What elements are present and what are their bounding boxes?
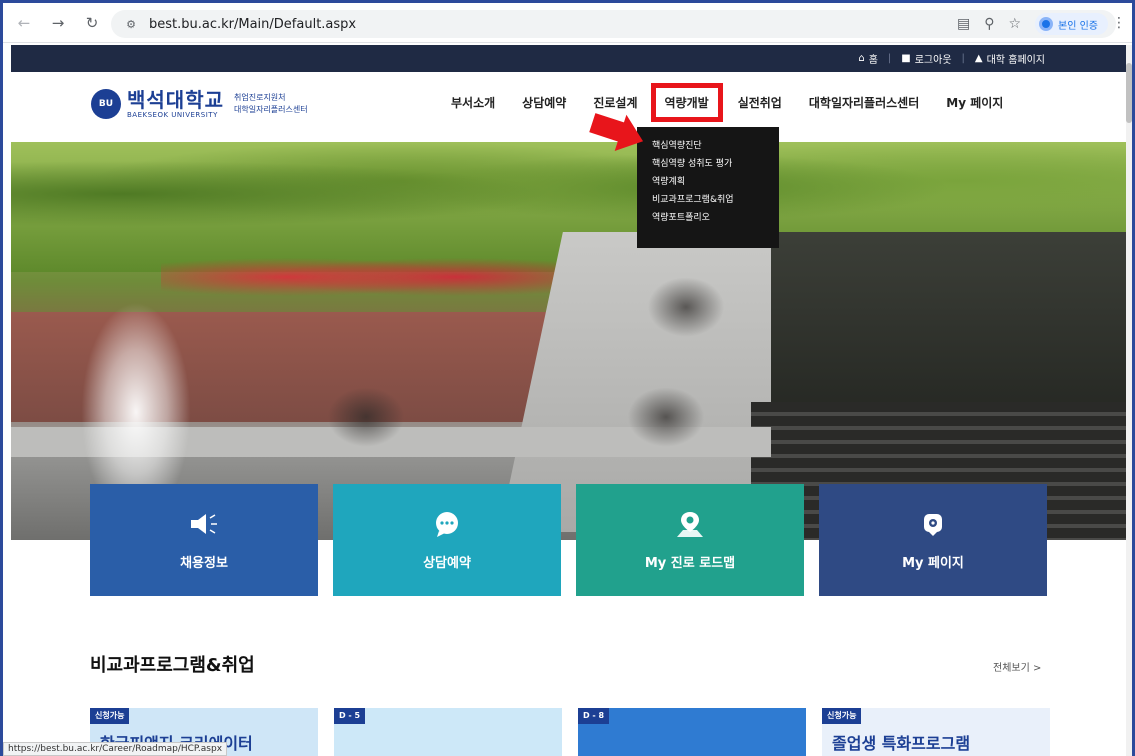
program-card[interactable]: D - 5: [334, 708, 562, 756]
program-card-list: 신청가능 한국피앤지 크리에이터 D - 5 D - 8 신청가능 졸업생 특화…: [90, 708, 1050, 756]
logo-sub-2: 대학일자리플러스센터: [234, 105, 308, 114]
url-text[interactable]: best.bu.ac.kr/Main/Default.aspx: [149, 17, 356, 32]
logout-label: 로그아웃: [914, 55, 952, 66]
verify-icon: [1039, 17, 1054, 31]
home-label: 홈: [868, 55, 878, 66]
gear-badge-icon: [918, 510, 948, 538]
hero-image: [11, 142, 1129, 540]
forward-icon[interactable]: →: [45, 10, 71, 36]
logo-sub-1: 취업진로지원처: [234, 93, 286, 102]
tile-label: My 페이지: [902, 555, 964, 571]
tile-job-info[interactable]: 채용정보: [90, 484, 318, 596]
dropdown-item-achievement-eval[interactable]: 핵심역량 성취도 평가: [652, 155, 779, 173]
home-icon: ⌂: [858, 53, 865, 64]
nav-item-competency[interactable]: 역량개발: [650, 83, 723, 122]
competency-dropdown: 핵심역량진단 핵심역량 성취도 평가 역량계획 비교과프로그램&취업 역량포트폴…: [637, 127, 779, 248]
browser-window: ← → ↻ ⚙ best.bu.ac.kr/Main/Default.aspx …: [0, 0, 1135, 756]
tile-label: 채용정보: [180, 555, 228, 571]
view-all-link[interactable]: 전체보기 >: [993, 659, 1041, 674]
nav-item-counseling[interactable]: 상담예약: [522, 94, 566, 111]
verify-label: 본인 인증: [1058, 20, 1098, 32]
page-scrollbar[interactable]: [1126, 45, 1132, 756]
scrollbar-thumb[interactable]: [1126, 63, 1132, 123]
logo-subtitle: 취업진로지원처 대학일자리플러스센터: [234, 92, 308, 116]
graduation-cap-icon: ▲: [974, 53, 983, 64]
logo-name-en: BAEKSEOK UNIVERSITY: [127, 111, 218, 119]
status-badge: D - 5: [334, 708, 366, 724]
tile-career-roadmap[interactable]: My 진로 로드맵: [576, 484, 804, 596]
tile-label: 상담예약: [423, 555, 471, 571]
program-card[interactable]: D - 8: [578, 708, 806, 756]
logo-name-kr: 백석대학교: [127, 88, 224, 112]
dropdown-item-competency-plan[interactable]: 역량계획: [652, 173, 779, 191]
link-status-bar: https://best.bu.ac.kr/Career/Roadmap/HCP…: [3, 742, 228, 756]
bookmark-star-icon[interactable]: ☆: [1008, 16, 1021, 32]
logo-mark: BU: [91, 89, 121, 119]
quick-menu: 채용정보 상담예약 My 진로 로드맵 My 페이지: [90, 484, 1050, 596]
program-card[interactable]: 신청가능 졸업생 특화프로그램: [822, 708, 1050, 756]
dropdown-item-extracurricular[interactable]: 비교과프로그램&취업: [652, 191, 779, 209]
translate-icon[interactable]: ▤: [957, 16, 970, 32]
tile-label: My 진로 로드맵: [644, 555, 736, 571]
univ-home-link[interactable]: ▲ 대학 홈페이지: [975, 51, 1045, 66]
main-nav: 부서소개 상담예약 진로설계 역량개발 실전취업 대학일자리플러스센터 My 페…: [451, 83, 1030, 122]
card-title: 졸업생 특화프로그램: [832, 734, 971, 753]
verify-chip[interactable]: 본인 인증: [1035, 13, 1108, 35]
nav-item-employment[interactable]: 실전취업: [738, 94, 782, 111]
site-header: BU 백석대학교 BAEKSEOK UNIVERSITY 취업진로지원처 대학일…: [11, 72, 1129, 142]
tile-counseling[interactable]: 상담예약: [333, 484, 561, 596]
status-badge: 신청가능: [822, 708, 862, 724]
site-settings-icon[interactable]: ⚙: [121, 16, 141, 32]
lock-icon: ■: [901, 53, 911, 64]
status-badge: 신청가능: [90, 708, 130, 724]
nav-item-job-plus-center[interactable]: 대학일자리플러스센터: [809, 94, 919, 111]
univ-home-label: 대학 홈페이지: [986, 55, 1045, 66]
browser-toolbar: ← → ↻ ⚙ best.bu.ac.kr/Main/Default.aspx …: [3, 3, 1132, 43]
nav-item-my-page[interactable]: My 페이지: [946, 94, 1003, 111]
map-pin-icon: [675, 510, 705, 538]
reload-icon[interactable]: ↻: [79, 10, 105, 36]
megaphone-icon: [189, 510, 219, 538]
home-link[interactable]: ⌂ 홈: [858, 51, 878, 66]
zoom-icon[interactable]: ⚲: [984, 16, 994, 32]
arrow-annotation-icon: [589, 113, 644, 151]
section-title: 비교과프로그램&취업: [90, 655, 255, 676]
nav-item-career-design[interactable]: 진로설계: [593, 94, 637, 111]
back-icon[interactable]: ←: [11, 10, 37, 36]
status-badge: D - 8: [578, 708, 610, 724]
site-logo[interactable]: BU 백석대학교 BAEKSEOK UNIVERSITY 취업진로지원처 대학일…: [91, 89, 308, 119]
utility-bar: ⌂ 홈 | ■ 로그아웃 | ▲ 대학 홈페이지: [11, 45, 1129, 72]
chat-bubble-icon: [432, 510, 462, 538]
nav-item-about[interactable]: 부서소개: [451, 94, 495, 111]
logout-link[interactable]: ■ 로그아웃: [901, 51, 951, 66]
dropdown-item-core-diagnosis[interactable]: 핵심역량진단: [652, 137, 779, 155]
logo-name: 백석대학교 BAEKSEOK UNIVERSITY: [127, 89, 224, 119]
address-bar[interactable]: ⚙ best.bu.ac.kr/Main/Default.aspx ▤ ⚲ ☆ …: [111, 10, 1116, 38]
dropdown-item-portfolio[interactable]: 역량포트폴리오: [652, 209, 779, 227]
divider: |: [961, 53, 965, 64]
browser-menu-icon[interactable]: ⋮: [1112, 15, 1126, 31]
tile-my-page[interactable]: My 페이지: [819, 484, 1047, 596]
divider: |: [887, 53, 892, 64]
